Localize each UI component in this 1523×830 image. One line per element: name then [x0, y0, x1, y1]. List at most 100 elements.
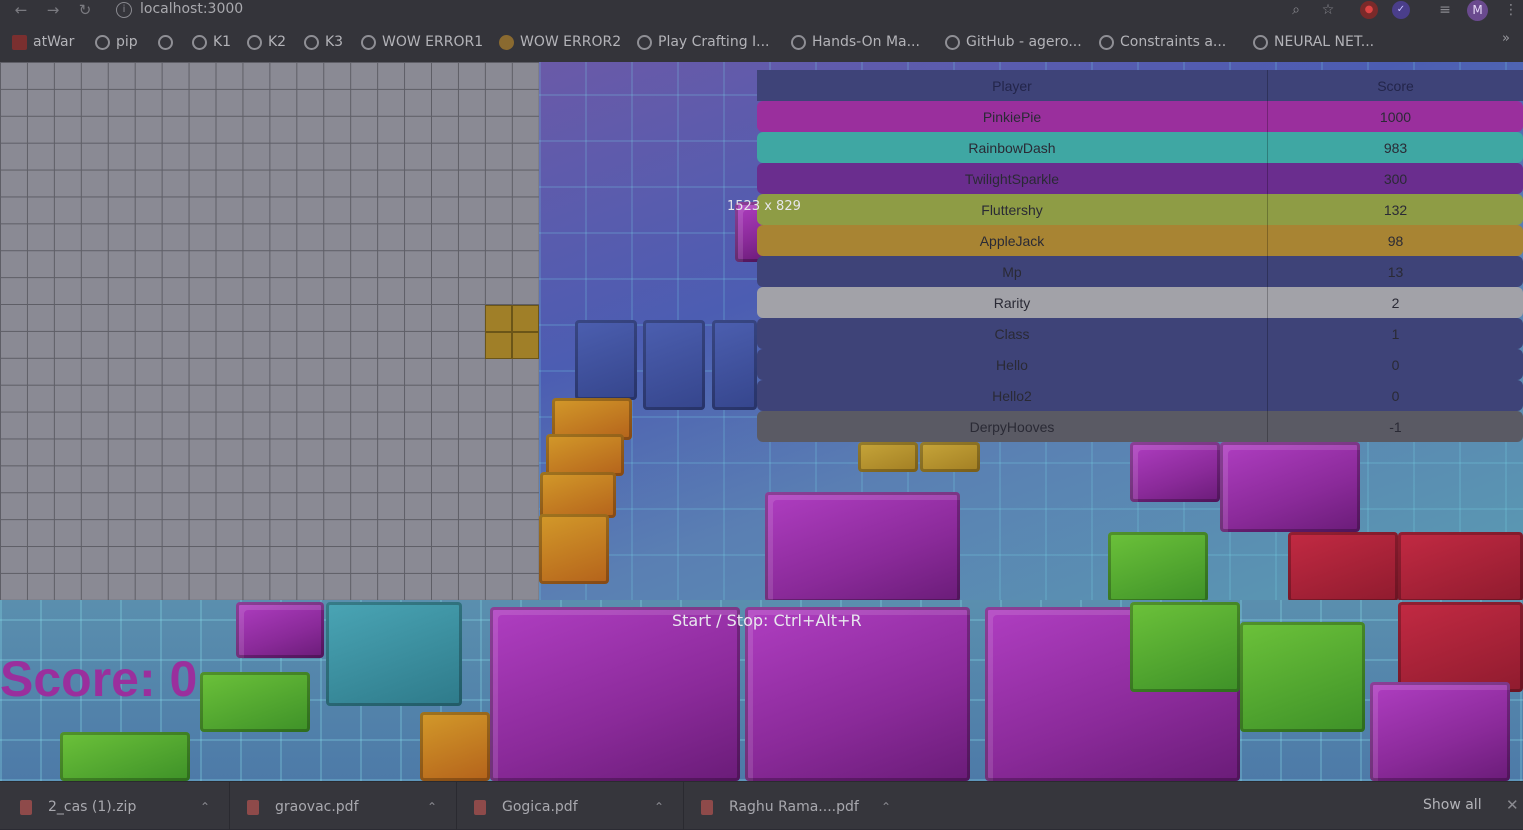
bookmark-item[interactable] — [158, 32, 179, 52]
decor-block — [1288, 532, 1398, 602]
globe-icon — [247, 34, 262, 50]
leaderboard-rows: PinkiePie 1000 RainbowDash 983 TwilightSpark… — [757, 101, 1523, 442]
globe-icon — [1253, 34, 1268, 50]
player-column-header: Player — [757, 70, 1268, 101]
star-icon[interactable]: ☆ — [1319, 1, 1337, 19]
player-score-cell: -1 — [1389, 418, 1402, 435]
player-score-cell: 98 — [1387, 232, 1404, 249]
falling-piece-cell — [485, 305, 512, 332]
chevron-up-icon[interactable]: ⌃ — [881, 800, 891, 814]
leaderboard-row: Mp 13 — [757, 256, 1523, 287]
divider — [229, 782, 230, 830]
player-name-cell: RainbowDash — [757, 132, 1268, 163]
falling-piece-cell — [512, 332, 539, 359]
bookmark-item[interactable]: K3 — [304, 32, 343, 52]
decor-block — [539, 514, 609, 584]
download-filename: Raghu Rama....pdf — [729, 799, 859, 815]
bookmark-item[interactable]: WOW ERROR1 — [361, 32, 483, 52]
game-viewport: Player Score PinkiePie 1000 RainbowDash 983… — [0, 62, 1523, 781]
bookmark-item[interactable]: GitHub - agero... — [945, 32, 1082, 52]
start-stop-hint: Start / Stop: Ctrl+Alt+R — [672, 611, 862, 630]
bookmark-favicon-icon — [12, 34, 27, 50]
player-name-cell: AppleJack — [757, 225, 1268, 256]
kebab-menu-icon[interactable]: ⋮ — [1502, 1, 1520, 19]
close-icon[interactable]: ✕ — [1506, 796, 1519, 814]
browser-toolbar: ← → ↻ i localhost:3000 ⌕ ☆ ● ✓ ≡ M ⋮ — [0, 0, 1523, 22]
score-column-header: Score — [1377, 77, 1414, 94]
leaderboard-row: TwilightSparkle 300 — [757, 163, 1523, 194]
pdf-icon — [474, 799, 486, 815]
bookmark-item[interactable]: K2 — [247, 32, 286, 52]
bookmarks-more-chevron-icon[interactable]: » — [1502, 31, 1510, 46]
decor-block — [1370, 682, 1510, 781]
leaderboard-row: Hello 0 — [757, 349, 1523, 380]
globe-icon — [361, 34, 376, 50]
leaderboard-row: DerpyHooves -1 — [757, 411, 1523, 442]
decor-block — [920, 442, 980, 472]
decor-block — [643, 320, 705, 410]
decor-block — [1220, 442, 1360, 532]
player-score-cell: 13 — [1387, 263, 1404, 280]
bookmark-item[interactable]: NEURAL NET... — [1253, 32, 1374, 52]
forward-icon[interactable]: → — [44, 1, 62, 19]
bookmark-item[interactable]: WOW ERROR2 — [499, 32, 621, 52]
globe-icon — [304, 34, 319, 50]
decor-block — [765, 492, 960, 602]
player-score-cell: 0 — [1391, 356, 1400, 373]
back-icon[interactable]: ← — [12, 1, 30, 19]
player-name-cell: Class — [757, 318, 1268, 349]
extension-purple-icon[interactable]: ✓ — [1392, 1, 1410, 19]
player-name-cell: PinkiePie — [757, 101, 1268, 132]
bookmarks-bar: atWar pip K1 K2 K3 WOW ERROR1 WOW ERROR2… — [0, 22, 1523, 62]
bookmark-item[interactable]: Play Crafting I... — [637, 32, 770, 52]
globe-icon — [95, 34, 110, 50]
downloads-shelf: 2_cas (1).zip ⌃ graovac.pdf ⌃ Gogica.pdf… — [0, 781, 1523, 830]
show-all-downloads-button[interactable]: Show all — [1423, 797, 1482, 813]
download-item[interactable]: 2_cas (1).zip ⌃ — [20, 788, 210, 826]
extension-red-icon[interactable]: ● — [1360, 1, 1378, 19]
decor-block — [326, 602, 462, 706]
falling-piece-cell — [512, 305, 539, 332]
decor-block — [420, 712, 490, 781]
decor-block — [745, 607, 970, 781]
pdf-icon — [701, 799, 713, 815]
download-item[interactable]: graovac.pdf ⌃ — [247, 788, 437, 826]
chevron-up-icon[interactable]: ⌃ — [427, 800, 437, 814]
globe-icon — [637, 34, 652, 50]
player-score-cell: 300 — [1383, 170, 1408, 187]
info-icon[interactable]: i — [116, 2, 132, 18]
file-icon — [20, 799, 32, 815]
decor-block — [1130, 442, 1220, 502]
leaderboard-row: Hello2 0 — [757, 380, 1523, 411]
globe-icon — [791, 34, 806, 50]
download-item[interactable]: Gogica.pdf ⌃ — [474, 788, 664, 826]
bookmark-item[interactable]: pip — [95, 32, 138, 52]
leaderboard-row: RainbowDash 983 — [757, 132, 1523, 163]
player-score-cell: 0 — [1391, 387, 1400, 404]
game-board[interactable] — [0, 62, 539, 600]
chevron-up-icon[interactable]: ⌃ — [200, 800, 210, 814]
bookmark-item[interactable]: K1 — [192, 32, 231, 52]
reload-icon[interactable]: ↻ — [76, 1, 94, 19]
bookmark-item[interactable]: Hands-On Ma... — [791, 32, 920, 52]
falling-piece-cell — [485, 332, 512, 359]
leaderboard-row: PinkiePie 1000 — [757, 101, 1523, 132]
decor-block — [858, 442, 918, 472]
player-score-cell: 1000 — [1379, 108, 1412, 125]
bookmark-item[interactable]: atWar — [12, 32, 74, 52]
player-name-cell: DerpyHooves — [757, 411, 1268, 442]
decor-block — [490, 607, 740, 781]
decor-block — [540, 472, 616, 518]
address-bar[interactable]: localhost:3000 — [140, 1, 243, 17]
playlist-icon[interactable]: ≡ — [1436, 1, 1454, 19]
chevron-up-icon[interactable]: ⌃ — [654, 800, 664, 814]
wow-favicon-icon — [499, 34, 514, 50]
player-score-cell: 132 — [1383, 201, 1408, 218]
score-display: Score: 0 — [0, 651, 198, 707]
bookmark-item[interactable]: Constraints a... — [1099, 32, 1226, 52]
leaderboard-table: Player Score PinkiePie 1000 RainbowDash 983… — [757, 70, 1523, 442]
download-item[interactable]: Raghu Rama....pdf ⌃ — [701, 788, 891, 826]
zoom-icon[interactable]: ⌕ — [1287, 1, 1305, 19]
globe-icon — [945, 34, 960, 50]
profile-avatar[interactable]: M — [1467, 0, 1488, 21]
